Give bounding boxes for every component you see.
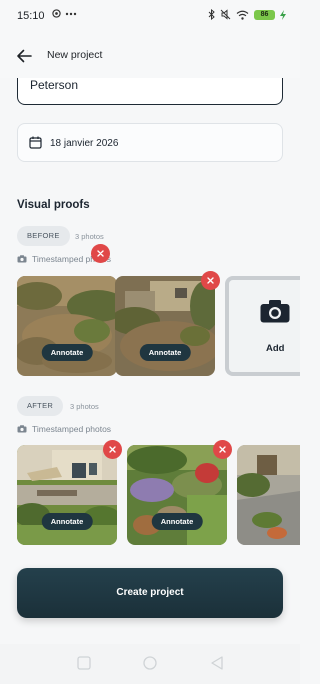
after-badge: AFTER (17, 396, 64, 416)
close-icon (97, 250, 104, 257)
home-icon[interactable] (143, 656, 157, 670)
before-photo-card[interactable]: Annotate (115, 276, 215, 376)
notification-icons (52, 9, 77, 18)
annotate-button[interactable]: Annotate (41, 513, 93, 530)
after-photo-1[interactable] (17, 445, 117, 545)
app-notification-icon (52, 9, 61, 18)
date-value: 18 janvier 2026 (50, 138, 119, 149)
battery-indicator: 86 (254, 9, 275, 20)
close-icon (219, 446, 226, 453)
form-content[interactable]: Peterson 18 janvier 2026 Visual proofs B… (0, 78, 300, 638)
visual-proofs-title: Visual proofs (17, 199, 90, 211)
before-badge: BEFORE (17, 226, 70, 246)
camera-icon (17, 255, 27, 263)
annotate-button[interactable]: Annotate (41, 344, 93, 361)
add-photo-button[interactable]: Add (225, 276, 300, 376)
after-timestamp-row: Timestamped photos (17, 424, 111, 434)
system-icons: 86 (208, 9, 286, 20)
before-photo-1[interactable] (17, 276, 117, 376)
annotate-button[interactable]: Annotate (151, 513, 203, 530)
system-nav-bar (0, 644, 300, 684)
close-icon (109, 446, 116, 453)
before-photo-count: 3 photos (75, 232, 104, 241)
date-field[interactable]: 18 janvier 2026 (17, 123, 283, 162)
charging-icon (280, 9, 286, 20)
back-nav-icon[interactable] (211, 656, 223, 670)
arrow-left-icon (17, 49, 32, 63)
status-time: 15:10 (17, 10, 45, 22)
after-photo-card[interactable]: Annotate (127, 445, 227, 545)
client-name-value: Peterson (30, 78, 79, 92)
back-button[interactable] (12, 44, 36, 68)
before-photo-card[interactable]: Annotate (17, 276, 117, 376)
more-notifications-icon (65, 12, 77, 15)
add-photo-label: Add (266, 343, 285, 354)
bluetooth-icon (208, 9, 215, 20)
remove-photo-button[interactable] (103, 440, 122, 459)
after-photo-2[interactable] (127, 445, 227, 545)
after-photo-card[interactable] (237, 445, 300, 545)
remove-photo-button[interactable] (201, 271, 220, 290)
status-bar: 15:10 86 (0, 0, 300, 34)
muted-icon (220, 9, 231, 20)
remove-photo-button[interactable] (91, 244, 110, 263)
after-photo-3[interactable] (237, 445, 300, 545)
app-header: New project (0, 34, 300, 78)
camera-icon (17, 425, 27, 433)
camera-add-icon (260, 300, 290, 323)
close-icon (207, 277, 214, 284)
before-photo-row[interactable]: Annotate Annotate Add (17, 276, 300, 380)
create-project-button[interactable]: Create project (17, 568, 283, 618)
client-name-field[interactable]: Peterson (17, 78, 283, 105)
wifi-icon (236, 10, 249, 20)
before-photo-2[interactable] (115, 276, 215, 376)
calendar-icon (29, 136, 42, 149)
recents-icon[interactable] (77, 656, 91, 670)
after-photo-row[interactable]: Annotate Annotate (17, 445, 300, 545)
page-title: New project (47, 49, 103, 61)
after-photo-card[interactable]: Annotate (17, 445, 117, 545)
after-timestamp-label: Timestamped photos (32, 424, 112, 434)
annotate-button[interactable]: Annotate (139, 344, 191, 361)
after-photo-count: 3 photos (70, 402, 99, 411)
remove-photo-button[interactable] (213, 440, 232, 459)
